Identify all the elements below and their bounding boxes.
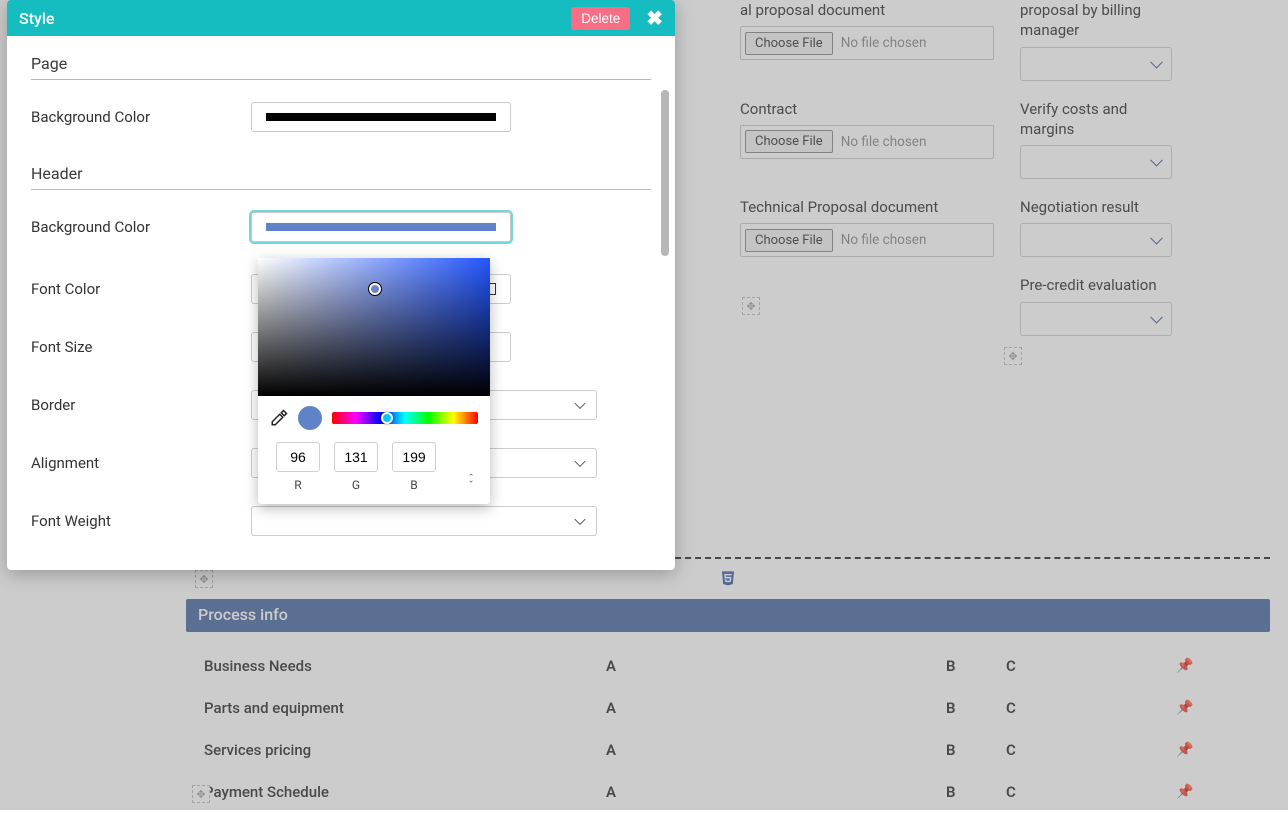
cell-c: C (1006, 699, 1176, 717)
header-bg-color-swatch[interactable] (251, 212, 511, 242)
field-label: Pre-credit evaluation (1020, 275, 1180, 295)
field-label: Contract (740, 99, 1000, 119)
cell-c: C (1006, 783, 1176, 801)
saturation-field[interactable] (258, 258, 490, 396)
no-file-text: No file chosen (841, 134, 927, 150)
cell-b: B (946, 783, 1006, 801)
field-label: Verify costs and margins (1020, 99, 1180, 140)
cell-c: C (1006, 741, 1176, 759)
close-icon[interactable]: ✖ (646, 6, 663, 30)
file-chooser[interactable]: Choose File No file chosen (740, 223, 994, 257)
cell-b: B (946, 699, 1006, 717)
row-label: Business Needs (186, 657, 606, 675)
prop-label: Font Weight (31, 512, 251, 530)
pin-icon[interactable]: 📌 (1176, 784, 1193, 800)
css3-icon (720, 570, 738, 588)
rgb-r-input[interactable] (276, 442, 320, 472)
field-label: Negotiation result (1020, 197, 1180, 217)
cell-b: B (946, 741, 1006, 759)
background-form: al proposal document Choose File No file… (740, 0, 1260, 342)
process-info-title: Process info (198, 605, 288, 624)
row-label: Payment Schedule (186, 783, 606, 801)
saturation-cursor[interactable] (369, 283, 381, 295)
cell-b: B (946, 657, 1006, 675)
file-chooser[interactable]: Choose File No file chosen (740, 125, 994, 159)
file-chooser[interactable]: Choose File No file chosen (740, 26, 994, 60)
field-label: proposal by billing manager (1020, 0, 1180, 41)
rgb-r-label: R (294, 478, 301, 492)
rgb-g-label: G (352, 478, 360, 492)
prop-label: Background Color (31, 108, 251, 126)
select-dropdown[interactable] (1020, 145, 1172, 179)
page-bg-color-swatch[interactable] (251, 102, 511, 132)
table-row: Business Needs A B C 📌 (186, 645, 1270, 687)
rgb-g-input[interactable] (334, 442, 378, 472)
process-info-table: Business Needs A B C 📌 Parts and equipme… (186, 645, 1270, 813)
drag-handle-icon[interactable] (192, 785, 210, 803)
field-label: al proposal document (740, 0, 1000, 20)
choose-file-button[interactable]: Choose File (745, 229, 833, 252)
select-dropdown[interactable] (1020, 223, 1172, 257)
prop-label: Background Color (31, 218, 251, 236)
hue-slider[interactable] (332, 412, 478, 424)
delete-button[interactable]: Delete (571, 7, 630, 30)
rgb-b-label: B (410, 478, 417, 492)
no-file-text: No file chosen (841, 232, 927, 248)
cell-a: A (606, 783, 946, 801)
section-title: Page (31, 54, 651, 73)
current-color-dot (298, 406, 322, 430)
cell-c: C (1006, 657, 1176, 675)
prop-label: Border (31, 396, 251, 414)
choose-file-button[interactable]: Choose File (745, 130, 833, 153)
cell-a: A (606, 699, 946, 717)
section-underline (31, 189, 651, 190)
modal-header: Style Delete ✖ (7, 0, 675, 36)
modal-title: Style (19, 9, 571, 28)
choose-file-button[interactable]: Choose File (745, 32, 833, 55)
pin-icon[interactable]: 📌 (1176, 742, 1193, 758)
prop-label: Font Size (31, 338, 251, 356)
pin-icon[interactable]: 📌 (1176, 700, 1193, 716)
select-dropdown[interactable] (1020, 302, 1172, 336)
row-label: Services pricing (186, 741, 606, 759)
section-underline (31, 79, 651, 80)
section-title: Header (31, 164, 651, 183)
process-info-header: Process info (186, 599, 1270, 632)
table-row: Payment Schedule A B C 📌 (186, 771, 1270, 813)
prop-label: Alignment (31, 454, 251, 472)
pin-icon[interactable]: 📌 (1176, 658, 1193, 674)
table-row: Services pricing A B C 📌 (186, 729, 1270, 771)
hue-slider-cursor[interactable] (381, 412, 393, 424)
cell-a: A (606, 741, 946, 759)
row-label: Parts and equipment (186, 699, 606, 717)
no-file-text: No file chosen (841, 35, 927, 51)
prop-label: Font Color (31, 280, 251, 298)
select-dropdown[interactable] (1020, 47, 1172, 81)
drag-handle-icon[interactable] (1004, 347, 1022, 365)
page-bg-color-bar (266, 113, 496, 121)
rgb-b-input[interactable] (392, 442, 436, 472)
table-row: Parts and equipment A B C 📌 (186, 687, 1270, 729)
scrollbar-thumb[interactable] (661, 90, 669, 256)
header-bg-color-bar (266, 223, 496, 231)
cell-a: A (606, 657, 946, 675)
field-label: Technical Proposal document (740, 197, 1000, 217)
color-picker-popover: R G B ˆˇ (258, 258, 490, 504)
drag-handle-icon[interactable] (195, 570, 213, 588)
color-mode-toggle[interactable]: ˆˇ (468, 476, 474, 490)
eyedropper-icon[interactable] (270, 409, 288, 427)
header-font-weight-select[interactable] (251, 506, 597, 536)
